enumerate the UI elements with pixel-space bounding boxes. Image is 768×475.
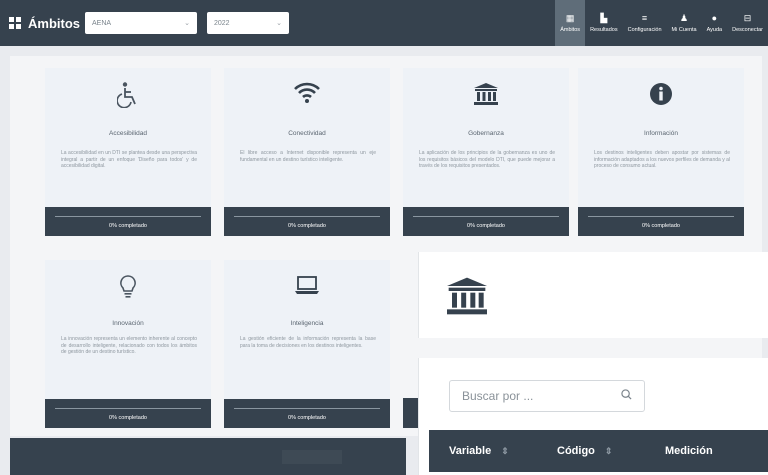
progress-bar [234,408,380,409]
year-select[interactable]: 2022 ⌄ [207,12,289,34]
chevron-down-icon: ⌄ [276,20,282,27]
card-informacion[interactable]: Información Los destinos inteligentes de… [578,68,744,236]
wifi-icon [224,82,390,109]
card-gobernanza[interactable]: Gobernanza La aplicación de los principi… [403,68,569,236]
progress-label: 0% completado [288,223,326,229]
nav-label: Configuración [627,27,662,33]
lightbulb-icon [45,274,211,305]
column-header-variable[interactable]: Variable ⇕ [449,445,509,457]
logout-icon: ⊟ [743,13,752,23]
column-label: Medición [665,445,713,457]
progress-label: 0% completado [109,415,147,421]
info-icon [578,82,744,111]
nav-mi-cuenta[interactable]: ♟ Mi Cuenta [667,0,702,46]
column-header-medicion[interactable]: Medición [665,445,713,457]
sliders-icon: ≡ [641,13,648,23]
card-footer[interactable]: 0% completado [578,207,744,236]
card-footer[interactable]: 0% completado [45,399,211,428]
card-title: Inteligencia [290,320,324,327]
card-description: Los destinos inteligentes deben apostar … [594,150,730,169]
card-footer[interactable]: 0% completado [224,207,390,236]
progress-bar [234,216,380,217]
card-title: Información [644,130,678,137]
card-description: El libre acceso a Internet disponible re… [240,150,376,163]
progress-label: 0% completado [109,223,147,229]
progress-bar [55,216,201,217]
card-title: Innovación [112,320,144,327]
nav-label: Mi Cuenta [671,27,697,33]
top-bar: Ámbitos AENA ⌄ 2022 ⌄ ▦ Ámbitos ▙ Result… [0,0,768,46]
card-description: La gestión eficiente de la información r… [240,336,376,349]
year-select-value: 2022 [214,19,230,27]
sort-icon[interactable]: ⇕ [501,446,509,457]
card-footer[interactable]: 0% completado [224,399,390,428]
card-title: Conectividad [288,130,326,137]
nav-label: Ámbitos [560,27,581,33]
help-icon: ● [711,13,718,23]
card-footer[interactable]: 0% completado [403,207,569,236]
nav-resultados[interactable]: ▙ Resultados [585,0,623,46]
detail-panel-header [418,252,768,338]
column-header-codigo[interactable]: Código ⇕ [557,445,612,457]
search-icon[interactable] [621,389,632,403]
institution-icon [403,82,569,111]
sort-icon[interactable]: ⇕ [605,446,613,457]
nav-label: Resultados [590,27,618,33]
page-title: Ámbitos [28,15,80,31]
chevron-down-icon: ⌄ [184,20,190,27]
grid-icon: ▦ [565,13,575,23]
card-title: Gobernanza [468,130,504,137]
bar-chart-icon: ▙ [600,13,608,23]
nav-ayuda[interactable]: ● Ayuda [702,0,728,46]
card-inteligencia[interactable]: Inteligencia La gestión eficiente de la … [224,260,390,428]
nav-label: Desconectar [732,27,763,33]
nav-desconectar[interactable]: ⊟ Desconectar [727,0,768,46]
nav-label: Ayuda [706,27,723,33]
entity-select-value: AENA [92,19,112,27]
grid-icon[interactable] [9,17,21,29]
footer-logo [282,450,342,464]
progress-bar [588,216,734,217]
nav-configuracion[interactable]: ≡ Configuración [623,0,667,46]
card-footer[interactable]: 0% completado [45,207,211,236]
card-title: Accesibilidad [109,130,147,137]
column-label: Variable [449,445,492,457]
column-label: Código [557,445,595,457]
card-description: La accesibilidad en un DTI se plantea de… [61,150,197,169]
progress-label: 0% completado [467,223,505,229]
card-innovacion[interactable]: Innovación La innovación representa un e… [45,260,211,428]
search-input[interactable]: Buscar por ... [449,380,645,412]
card-accesibilidad[interactable]: Accesibilidad La accesibilidad en un DTI… [45,68,211,236]
footer-bar [10,438,406,475]
user-icon: ♟ [680,13,689,23]
wheelchair-icon [45,82,211,113]
nav-ambitos[interactable]: ▦ Ámbitos [555,0,586,46]
institution-icon [445,276,489,323]
card-conectividad[interactable]: Conectividad El libre acceso a Internet … [224,68,390,236]
card-description: La aplicación de los principios de la go… [419,150,555,169]
top-nav: ▦ Ámbitos ▙ Resultados ≡ Configuración ♟… [555,0,768,46]
progress-bar [55,408,201,409]
table-header: Variable ⇕ Código ⇕ Medición [429,430,768,472]
search-placeholder: Buscar por ... [462,389,534,403]
laptop-icon [224,274,390,301]
progress-label: 0% completado [642,223,680,229]
card-description: La innovación representa un elemento inh… [61,336,197,355]
progress-bar [413,216,559,217]
detail-panel-body: Buscar por ... Variable ⇕ Código ⇕ Medició… [418,358,768,475]
entity-select[interactable]: AENA ⌄ [85,12,197,34]
brand: Ámbitos [9,16,80,31]
progress-label: 0% completado [288,415,326,421]
